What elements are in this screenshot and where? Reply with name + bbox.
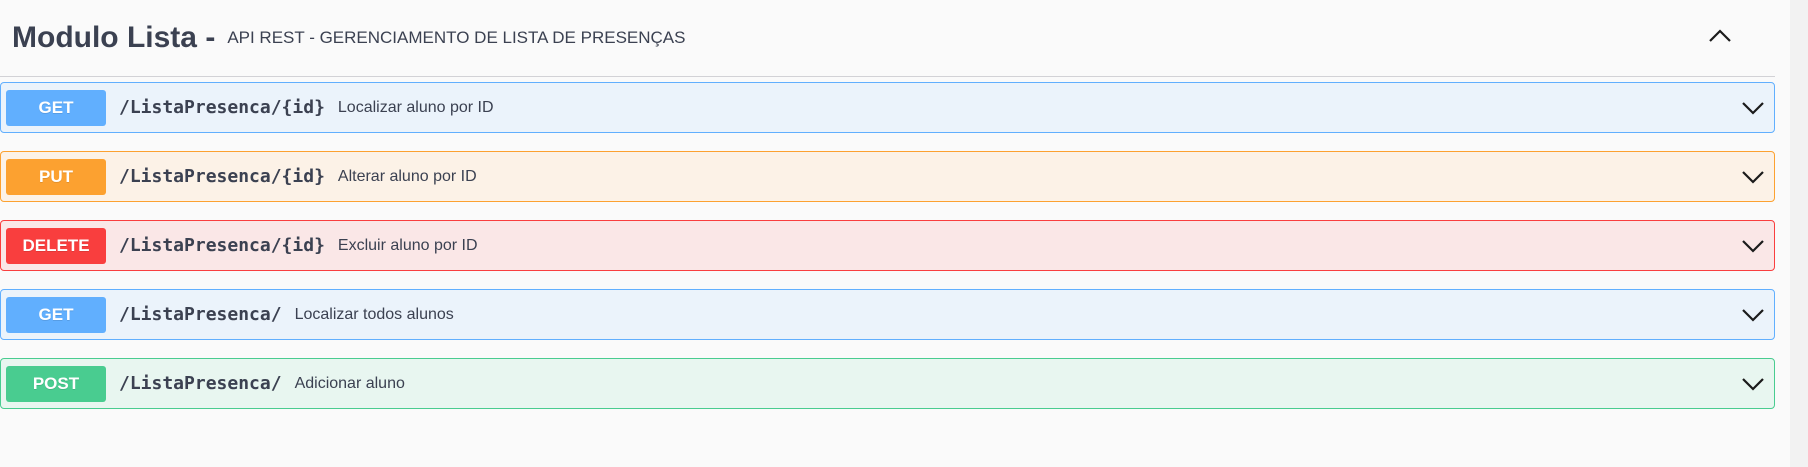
operation-path: /ListaPresenca/{id} <box>119 166 325 187</box>
operation-post[interactable]: POST /ListaPresenca/ Adicionar aluno <box>0 358 1775 409</box>
tag-description: API REST - GERENCIAMENTO DE LISTA DE PRE… <box>227 28 686 47</box>
method-badge: PUT <box>6 158 106 195</box>
operation-put-by-id[interactable]: PUT /ListaPresenca/{id} Alterar aluno po… <box>0 151 1775 202</box>
chevron-down-icon[interactable] <box>1740 234 1766 258</box>
chevron-down-icon[interactable] <box>1740 303 1766 327</box>
swagger-page: Modulo Lista - API REST - GERENCIAMENTO … <box>0 0 1808 467</box>
chevron-down-icon[interactable] <box>1740 372 1766 396</box>
operation-summary: Alterar aluno por ID <box>337 167 477 185</box>
operation-path: /ListaPresenca/ <box>119 373 282 394</box>
operation-summary: Localizar todos alunos <box>294 305 454 323</box>
operation-path: /ListaPresenca/{id} <box>119 235 325 256</box>
method-badge: GET <box>6 296 106 333</box>
chevron-down-icon[interactable] <box>1740 165 1766 189</box>
operation-delete-by-id[interactable]: DELETE /ListaPresenca/{id} Excluir aluno… <box>0 220 1775 271</box>
operations-list: GET /ListaPresenca/{id} Localizar aluno … <box>0 82 1775 427</box>
method-badge: GET <box>6 89 106 126</box>
operation-summary: Localizar aluno por ID <box>337 98 494 116</box>
operation-path: /ListaPresenca/{id} <box>119 97 325 118</box>
operation-summary: Excluir aluno por ID <box>337 236 478 254</box>
operation-path: /ListaPresenca/ <box>119 304 282 325</box>
chevron-down-icon[interactable] <box>1740 96 1766 120</box>
operation-summary: Adicionar aluno <box>294 374 405 392</box>
operation-get-by-id[interactable]: GET /ListaPresenca/{id} Localizar aluno … <box>0 82 1775 133</box>
method-badge: DELETE <box>6 227 106 264</box>
tag-section-header[interactable]: Modulo Lista - API REST - GERENCIAMENTO … <box>0 0 1775 77</box>
chevron-up-icon[interactable] <box>1705 23 1735 47</box>
operation-get-all[interactable]: GET /ListaPresenca/ Localizar todos alun… <box>0 289 1775 340</box>
tag-title: Modulo Lista - <box>12 21 216 54</box>
method-badge: POST <box>6 365 106 402</box>
